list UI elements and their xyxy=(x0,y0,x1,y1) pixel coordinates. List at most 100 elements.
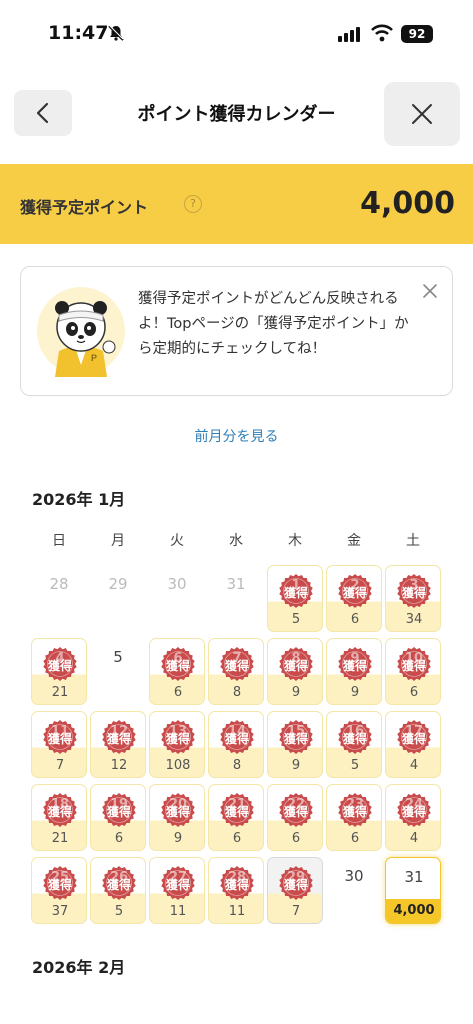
stamp-label: 獲得 xyxy=(106,732,131,746)
stamp-label: 獲得 xyxy=(47,805,72,819)
calendar-day[interactable]: 6 獲得 6 xyxy=(149,638,205,705)
points-label: 獲得予定ポイント xyxy=(20,198,149,217)
calendar-day[interactable]: 23 獲得 6 xyxy=(326,784,382,851)
weekday-label: 水 xyxy=(229,533,243,549)
stamp-label: 獲得 xyxy=(283,732,308,746)
calendar-day: 31 xyxy=(208,565,264,632)
calendar-day[interactable]: 8 獲得 9 xyxy=(267,638,323,705)
stamp-label: 獲得 xyxy=(165,732,190,746)
calendar-day[interactable]: 12 獲得 12 xyxy=(90,711,146,778)
stamp-label: 獲得 xyxy=(342,805,367,819)
day-points: 5 xyxy=(291,612,301,627)
calendar-day[interactable]: 20 獲得 9 xyxy=(149,784,205,851)
month-heading: 2026年 1月 xyxy=(32,490,126,509)
calendar-day[interactable]: 27 獲得 11 xyxy=(149,857,205,924)
points-value: 4,000 xyxy=(360,186,455,221)
stamp-label: 獲得 xyxy=(401,586,426,600)
calendar-day[interactable]: 3 獲得 34 xyxy=(385,565,441,632)
stamp-label: 獲得 xyxy=(401,732,426,746)
stamp-label: 獲得 xyxy=(342,732,367,746)
help-icon[interactable]: ? xyxy=(184,195,202,213)
stamp-label: 獲得 xyxy=(106,805,131,819)
weekday-label: 月 xyxy=(111,533,125,549)
day-points: 7 xyxy=(291,904,301,919)
stamp-label: 獲得 xyxy=(47,659,72,673)
calendar-day: 30 xyxy=(326,857,382,924)
calendar-day[interactable]: 9 獲得 9 xyxy=(326,638,382,705)
day-number: 31 xyxy=(226,575,246,593)
day-number: 31 xyxy=(404,868,424,886)
previous-month-link[interactable]: 前月分を見る xyxy=(0,426,473,446)
day-number: 28 xyxy=(49,575,69,593)
day-points: 6 xyxy=(350,612,360,627)
status-bar: 11:47 92 xyxy=(0,0,473,68)
weekday-label: 金 xyxy=(347,533,361,549)
stamp-label: 獲得 xyxy=(47,732,72,746)
close-button[interactable] xyxy=(384,82,460,146)
calendar-day: 30 xyxy=(149,565,205,632)
stamp-label: 獲得 xyxy=(165,659,190,673)
calendar-day: 5 xyxy=(90,638,146,705)
day-points: 6 xyxy=(232,831,242,846)
points-summary: 獲得予定ポイント ? 4,000 xyxy=(0,164,473,244)
day-points: 8 xyxy=(232,685,242,700)
notice-close-icon[interactable] xyxy=(422,283,438,299)
calendar-day[interactable]: 15 獲得 9 xyxy=(267,711,323,778)
stamp-label: 獲得 xyxy=(224,659,249,673)
calendar-day[interactable]: 1 獲得 5 xyxy=(267,565,323,632)
calendar-day-today[interactable]: 31 4,000 xyxy=(385,857,441,924)
calendar-day: 29 xyxy=(90,565,146,632)
calendar-day[interactable]: 22 獲得 6 xyxy=(267,784,323,851)
calendar-day[interactable]: 2 獲得 6 xyxy=(326,565,382,632)
calendar-day[interactable]: 19 獲得 6 xyxy=(90,784,146,851)
header: ポイント獲得カレンダー xyxy=(0,68,473,164)
close-icon xyxy=(412,104,432,124)
day-points: 4 xyxy=(409,758,419,773)
calendar-day[interactable]: 4 獲得 21 xyxy=(31,638,87,705)
day-points: 6 xyxy=(114,831,124,846)
stamp-label: 獲得 xyxy=(342,659,367,673)
day-points: 6 xyxy=(350,831,360,846)
day-points: 11 xyxy=(228,904,246,919)
calendar-day[interactable]: 21 獲得 6 xyxy=(208,784,264,851)
stamp-label: 獲得 xyxy=(283,878,308,892)
calendar-day[interactable]: 24 獲得 4 xyxy=(385,784,441,851)
calendar-day[interactable]: 26 獲得 5 xyxy=(90,857,146,924)
calendar-day: 28 xyxy=(31,565,87,632)
day-number: 29 xyxy=(108,575,128,593)
calendar-day[interactable]: 28 獲得 11 xyxy=(208,857,264,924)
stamp-label: 獲得 xyxy=(283,586,308,600)
day-points: 6 xyxy=(173,685,183,700)
panda-mascot-icon: P xyxy=(37,287,125,377)
calendar-day[interactable]: 10 獲得 6 xyxy=(385,638,441,705)
calendar-day[interactable]: 29 獲得 7 xyxy=(267,857,323,924)
stamp-label: 獲得 xyxy=(224,732,249,746)
calendar-day[interactable]: 14 獲得 8 xyxy=(208,711,264,778)
battery-indicator: 92 xyxy=(401,25,433,43)
calendar-day[interactable]: 25 獲得 37 xyxy=(31,857,87,924)
calendar-day[interactable]: 16 獲得 5 xyxy=(326,711,382,778)
calendar-day[interactable]: 11 獲得 7 xyxy=(31,711,87,778)
next-month-heading: 2026年 2月 xyxy=(32,958,126,977)
stamp-label: 獲得 xyxy=(224,805,249,819)
weekday-label: 日 xyxy=(52,533,66,549)
stamp-label: 獲得 xyxy=(47,878,72,892)
day-points: 5 xyxy=(114,904,124,919)
day-points: 12 xyxy=(110,758,128,773)
day-points: 21 xyxy=(51,685,69,700)
stamp-label: 獲得 xyxy=(106,878,131,892)
calendar-day[interactable]: 17 獲得 4 xyxy=(385,711,441,778)
notice-text: 獲得予定ポイントがどんどん反映されるよ！Topページの「獲得予定ポイント」から定… xyxy=(138,291,409,357)
stamp-label: 獲得 xyxy=(165,878,190,892)
calendar-day[interactable]: 13 獲得 108 xyxy=(149,711,205,778)
calendar-day[interactable]: 18 獲得 21 xyxy=(31,784,87,851)
day-points: 37 xyxy=(51,904,69,919)
day-points: 9 xyxy=(173,831,183,846)
weekday-label: 火 xyxy=(170,533,184,549)
day-points: 9 xyxy=(350,685,360,700)
day-points: 5 xyxy=(350,758,360,773)
stamp-label: 獲得 xyxy=(283,805,308,819)
stamp-label: 獲得 xyxy=(342,586,367,600)
stamp-label: 獲得 xyxy=(401,659,426,673)
calendar-day[interactable]: 7 獲得 8 xyxy=(208,638,264,705)
